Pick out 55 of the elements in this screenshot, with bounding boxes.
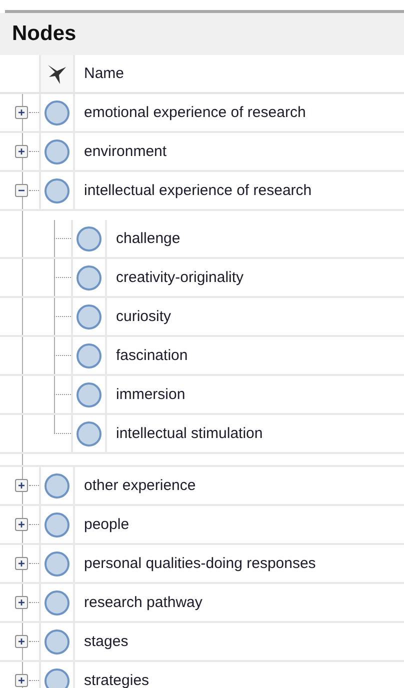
tree-row[interactable]: other experience [0,465,404,506]
node-circle-icon [44,512,70,538]
node-circle-icon [76,342,102,368]
node-name: creativity-originality [115,268,245,288]
node-circle-icon [76,382,102,408]
tree-row[interactable]: immersion [0,376,404,415]
node-name: emotional experience of research [83,103,307,123]
node-name: challenge [115,229,182,249]
tree-row[interactable]: research pathway [0,584,404,623]
node-name: environment [83,142,168,162]
expand-icon[interactable] [15,557,28,570]
column-header[interactable]: Name [75,55,404,92]
expand-icon[interactable] [15,479,28,492]
node-circle-icon [44,472,70,498]
node-circle-icon [44,178,70,204]
node-circle-icon [76,420,102,446]
expand-icon[interactable] [15,106,28,119]
node-circle-icon [76,226,102,252]
tree-row[interactable]: curiosity [0,298,404,337]
expand-icon[interactable] [15,596,28,609]
node-circle-icon [76,264,102,290]
expand-icon[interactable] [15,674,28,687]
tree-row[interactable]: intellectual stimulation [0,415,404,454]
expand-icon[interactable] [15,635,28,648]
node-circle-icon [44,138,70,164]
tree-row[interactable]: creativity-originality [0,259,404,298]
node-name: strategies [83,671,150,688]
panel-title: Nodes [12,22,76,46]
node-circle-icon [44,628,70,654]
node-circle-icon [76,304,102,330]
node-circle-icon [44,550,70,576]
node-name: fascination [115,346,189,366]
node-name: immersion [115,385,186,405]
tree-row[interactable]: intellectual experience of research [0,172,404,211]
node-name: other experience [83,476,197,496]
node-name: intellectual experience of research [83,181,313,201]
collapse-icon[interactable] [15,184,28,197]
tree-row[interactable]: challenge [0,220,404,259]
tree-row[interactable]: fascination [0,337,404,376]
node-circle-icon [44,100,70,126]
node-name: people [83,515,130,535]
node-circle-icon [44,590,70,616]
node-name: curiosity [115,307,172,327]
tree-row[interactable]: emotional experience of research [0,94,404,133]
node-name: personal qualities-doing responses [83,554,317,574]
tree-row[interactable]: strategies [0,662,404,688]
tree-row[interactable]: environment [0,133,404,172]
expand-icon[interactable] [15,145,28,158]
tree-row[interactable]: personal qualities-doing responses [0,545,404,584]
expand-icon[interactable] [15,518,28,531]
node-name: research pathway [83,593,204,613]
node-name: stages [83,632,130,652]
tree-row[interactable]: people [0,506,404,545]
tree-row[interactable]: stages [0,623,404,662]
node-name: intellectual stimulation [115,424,264,444]
